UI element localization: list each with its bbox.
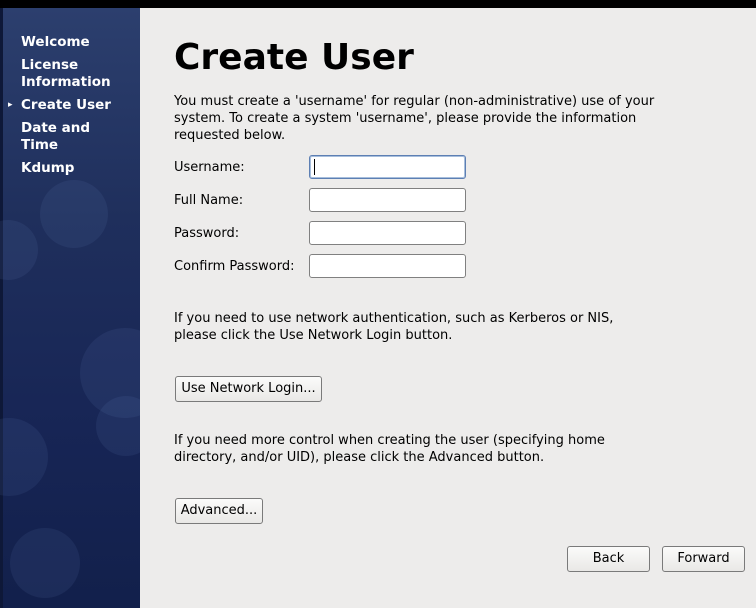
- advanced-text: If you need more control when creating t…: [174, 433, 605, 465]
- sidebar-item-welcome[interactable]: Welcome: [0, 34, 140, 51]
- current-step-arrow-icon: ▸: [8, 100, 13, 110]
- sidebar-item-create-user[interactable]: ▸ Create User: [0, 97, 140, 114]
- sidebar-nav: Welcome License Information ▸ Create Use…: [0, 34, 140, 177]
- sidebar-item-label: Welcome: [21, 34, 90, 50]
- password-field[interactable]: [309, 221, 466, 245]
- decorative-bubble: [0, 418, 48, 496]
- top-bar: [0, 0, 756, 8]
- full-name-field[interactable]: [309, 188, 466, 212]
- advanced-button[interactable]: Advanced...: [175, 498, 263, 524]
- sidebar-item-date-and-time[interactable]: Date and Time: [0, 120, 101, 154]
- confirm-password-label: Confirm Password:: [174, 259, 295, 274]
- sidebar-item-kdump[interactable]: Kdump: [0, 160, 140, 177]
- sidebar-item-label: Date and Time: [21, 120, 91, 153]
- sidebar-item-label: License Information: [21, 57, 111, 90]
- forward-button[interactable]: Forward: [662, 546, 745, 572]
- sidebar: Welcome License Information ▸ Create Use…: [0, 8, 140, 608]
- network-login-text: If you need to use network authenticatio…: [174, 311, 614, 343]
- text-caret: [314, 159, 315, 175]
- main-panel: Create User You must create a 'username'…: [140, 8, 756, 608]
- username-field[interactable]: [309, 155, 466, 179]
- decorative-bubble: [40, 180, 108, 248]
- sidebar-item-label: Kdump: [21, 160, 75, 176]
- back-button[interactable]: Back: [567, 546, 650, 572]
- decorative-bubble: [0, 220, 38, 280]
- page-title: Create User: [174, 37, 414, 78]
- decorative-bubble: [10, 528, 80, 598]
- use-network-login-button[interactable]: Use Network Login...: [175, 376, 322, 402]
- confirm-password-field[interactable]: [309, 254, 466, 278]
- password-label: Password:: [174, 226, 240, 241]
- sidebar-item-label: Create User: [21, 97, 111, 113]
- sidebar-item-license-information[interactable]: License Information: [0, 57, 125, 91]
- intro-text: You must create a 'username' for regular…: [174, 94, 655, 143]
- full-name-label: Full Name:: [174, 193, 244, 208]
- username-label: Username:: [174, 160, 245, 175]
